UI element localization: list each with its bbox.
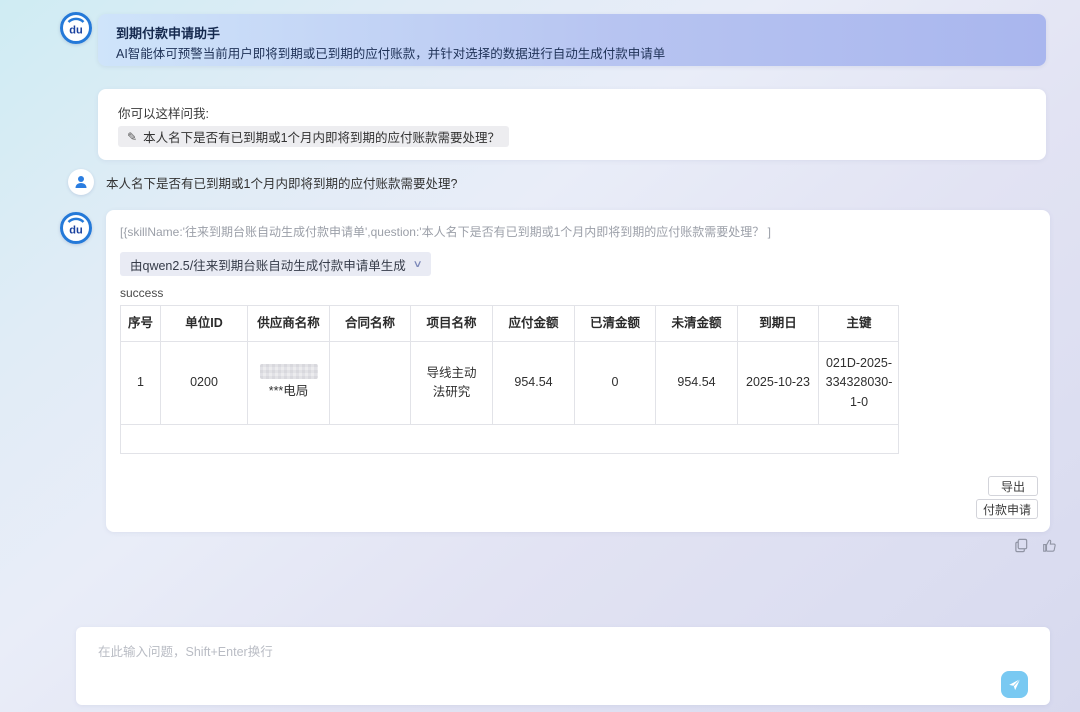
copy-icon[interactable] — [1014, 538, 1029, 553]
assistant-header-card: 到期付款申请助手 AI智能体可预警当前用户即将到期或已到期的应付账款，并针对选择… — [98, 14, 1046, 66]
composer-card — [76, 627, 1050, 705]
table-row: 1 0200 ***电局 导线主动法研究 954.54 0 954.54 202… — [121, 342, 898, 425]
payment-request-button[interactable]: 付款申请 — [976, 499, 1038, 519]
table-empty-row — [121, 425, 898, 453]
model-selector-label: 由qwen2.5/往来到期台账自动生成付款申请单生成 — [130, 255, 406, 274]
cell-supplier: ***电局 — [248, 342, 330, 424]
col-header-primary-key: 主键 — [819, 306, 899, 341]
export-button[interactable]: 导出 — [988, 476, 1038, 496]
status-text: success — [120, 286, 163, 300]
cell-payable: 954.54 — [493, 342, 575, 424]
col-header-unit-id: 单位ID — [161, 306, 248, 341]
thumbs-up-icon[interactable] — [1042, 538, 1057, 553]
user-message-text: 本人名下是否有已到期或1个月内即将到期的应付账款需要处理? — [106, 173, 457, 192]
suggestion-card: 你可以这样问我: ✎ 本人名下是否有已到期或1个月内即将到期的应付账款需要处理？ — [98, 89, 1046, 160]
question-input[interactable] — [96, 639, 980, 697]
response-feedback-row — [1014, 538, 1057, 553]
col-header-project: 项目名称 — [411, 306, 493, 341]
user-avatar — [68, 169, 94, 195]
suggestion-heading: 你可以这样问我: — [118, 103, 209, 122]
col-header-outstanding: 未清金额 — [656, 306, 738, 341]
bot-avatar: du — [60, 212, 92, 244]
bot-avatar: du — [60, 12, 92, 44]
cell-cleared: 0 — [575, 342, 656, 424]
cell-project: 导线主动法研究 — [411, 342, 493, 424]
cell-seq: 1 — [121, 342, 161, 424]
paper-plane-icon — [1007, 677, 1022, 692]
payables-table: 序号 单位ID 供应商名称 合同名称 项目名称 应付金额 已清金额 未清金额 到… — [120, 305, 899, 454]
cell-contract — [330, 342, 411, 424]
col-header-cleared: 已清金额 — [575, 306, 656, 341]
chevron-down-icon: ∨ — [412, 259, 422, 270]
col-header-due-date: 到期日 — [738, 306, 819, 341]
col-header-supplier: 供应商名称 — [248, 306, 330, 341]
user-message-row: 本人名下是否有已到期或1个月内即将到期的应付账款需要处理? — [68, 169, 457, 195]
cell-unit-id: 0200 — [161, 342, 248, 424]
person-icon — [73, 174, 89, 190]
table-header-row: 序号 单位ID 供应商名称 合同名称 项目名称 应付金额 已清金额 未清金额 到… — [121, 306, 898, 342]
col-header-contract: 合同名称 — [330, 306, 411, 341]
pencil-icon: ✎ — [127, 130, 137, 144]
suggested-question-text: 本人名下是否有已到期或1个月内即将到期的应付账款需要处理？ — [143, 127, 500, 146]
assistant-title: 到期付款申请助手 — [116, 23, 220, 42]
suggested-question-chip[interactable]: ✎ 本人名下是否有已到期或1个月内即将到期的应付账款需要处理？ — [118, 126, 509, 147]
assistant-description: AI智能体可预警当前用户即将到期或已到期的应付账款，并针对选择的数据进行自动生成… — [116, 43, 665, 62]
col-header-seq: 序号 — [121, 306, 161, 341]
bot-response-card: [{skillName:'往来到期台账自动生成付款申请单',question:'… — [106, 210, 1050, 532]
cell-outstanding: 954.54 — [656, 342, 738, 424]
cell-supplier-text: ***电局 — [269, 382, 309, 401]
bot-logo-icon: du — [60, 12, 92, 44]
redaction-mosaic — [260, 364, 318, 379]
cell-primary-key: 021D-2025-334328030-1-0 — [819, 342, 899, 424]
svg-text:du: du — [69, 25, 82, 37]
svg-text:du: du — [69, 225, 82, 237]
model-selector-dropdown[interactable]: 由qwen2.5/往来到期台账自动生成付款申请单生成 ∨ — [120, 252, 431, 276]
cell-due-date: 2025-10-23 — [738, 342, 819, 424]
col-header-payable: 应付金额 — [493, 306, 575, 341]
send-button[interactable] — [1001, 671, 1028, 698]
bot-logo-icon: du — [60, 212, 92, 244]
skill-info-text: [{skillName:'往来到期台账自动生成付款申请单',question:'… — [120, 223, 771, 240]
